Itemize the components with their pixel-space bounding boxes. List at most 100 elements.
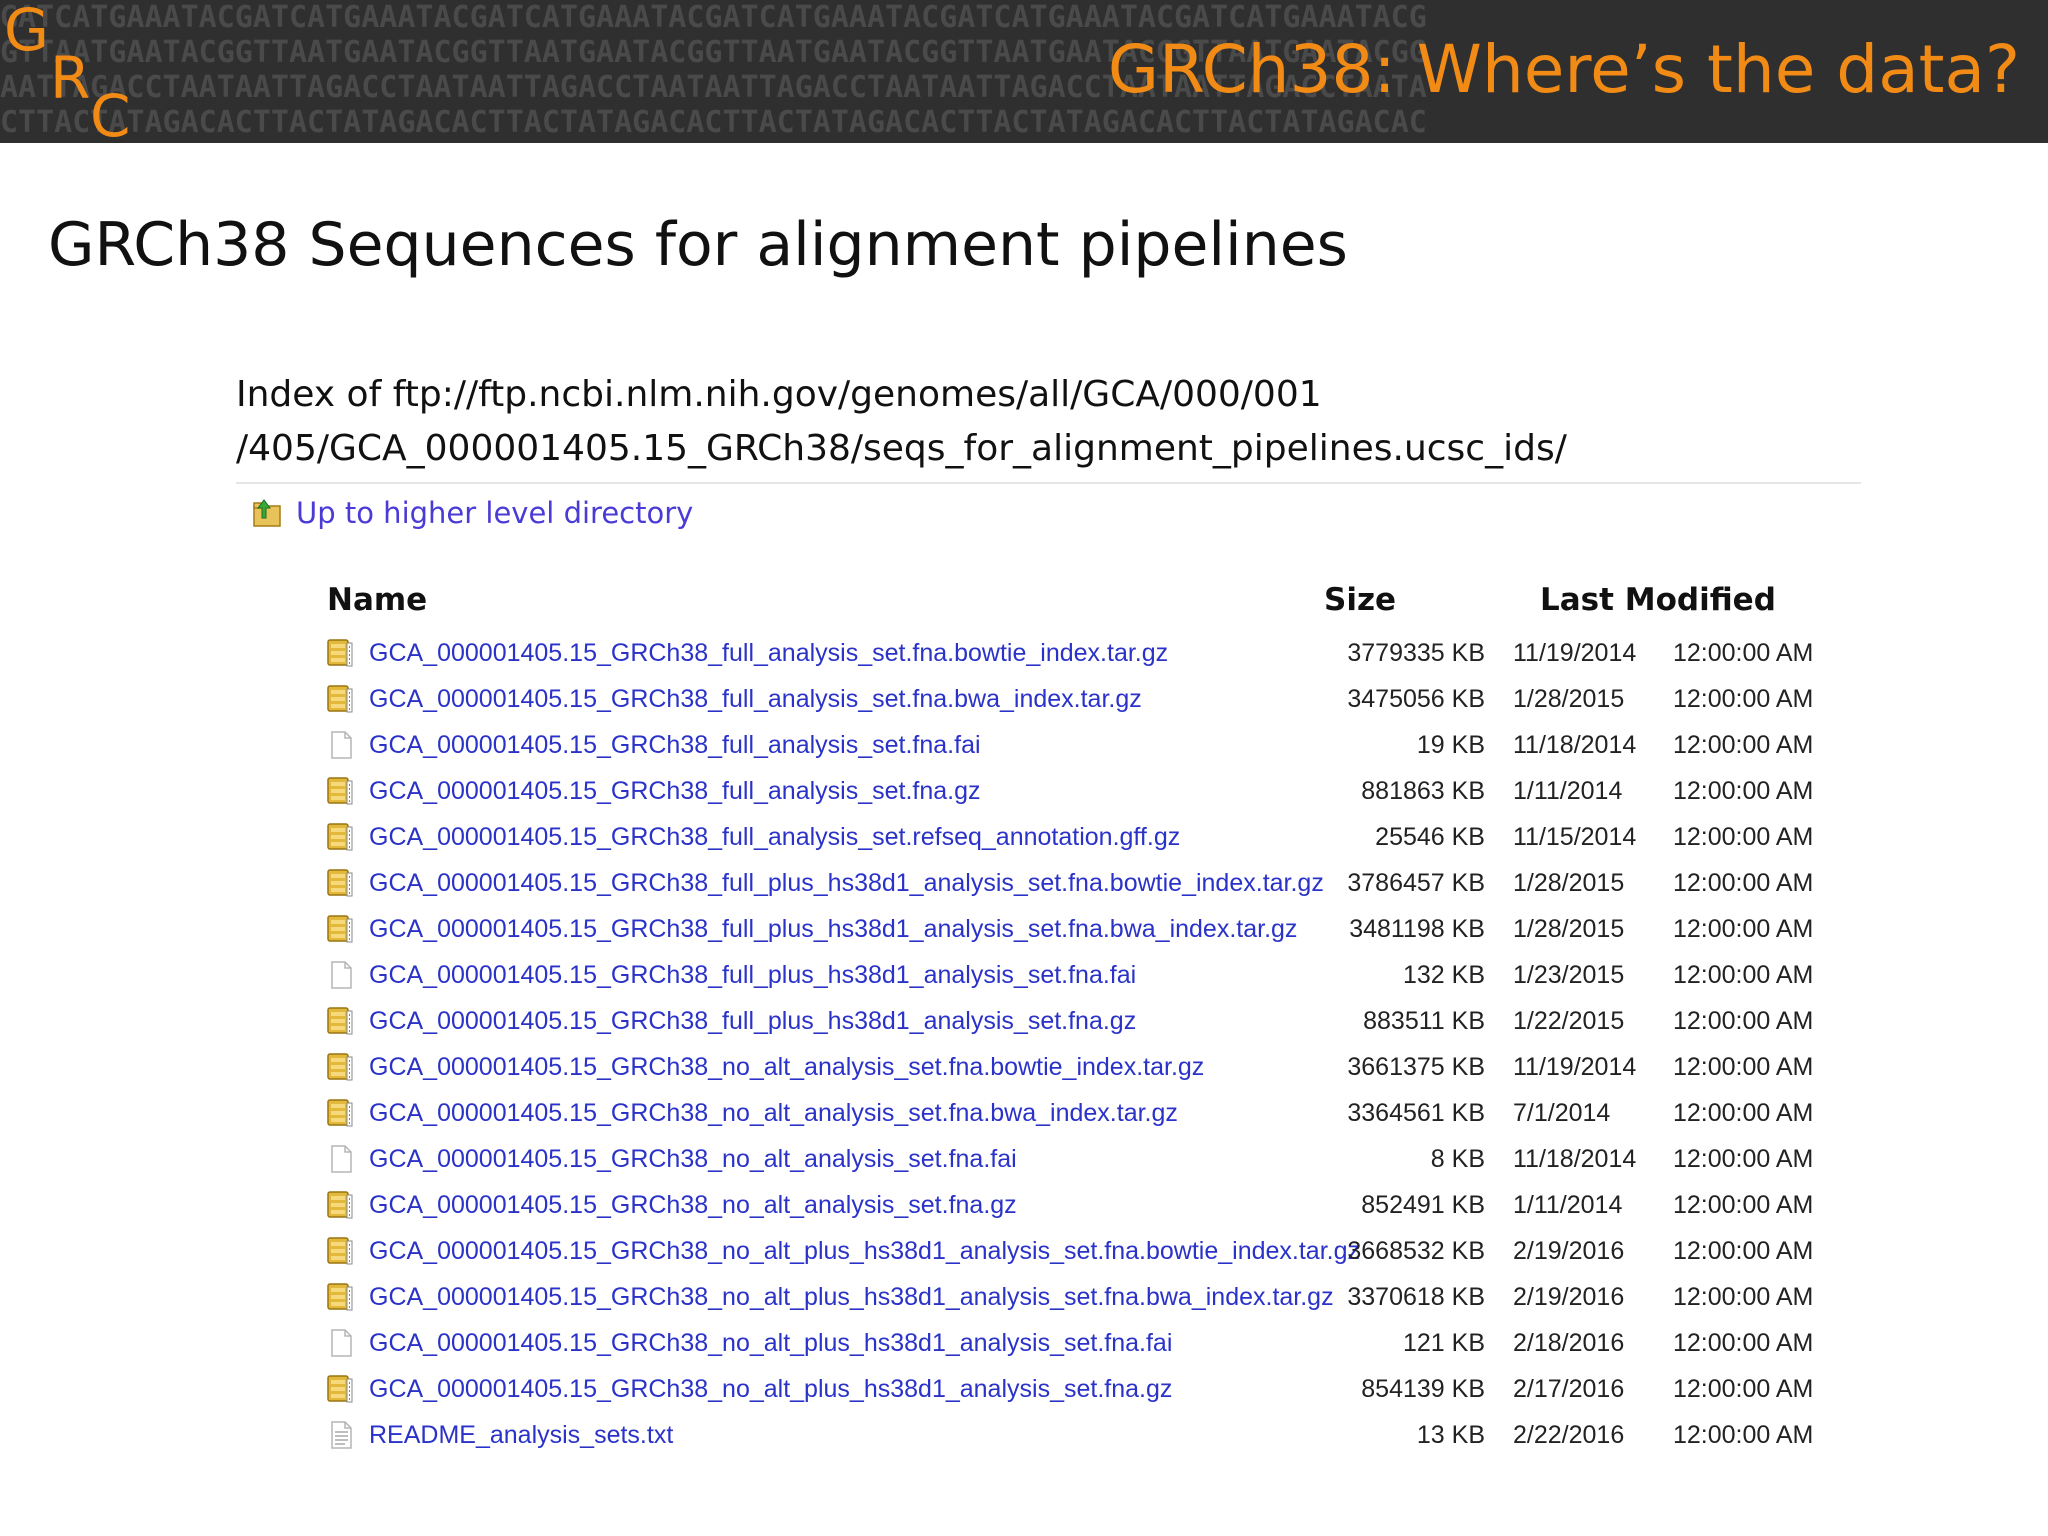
up-directory-link[interactable]: Up to higher level directory bbox=[250, 496, 693, 530]
file-date: 11/15/2014 bbox=[1513, 823, 1637, 851]
file-date: 7/1/2014 bbox=[1513, 1099, 1611, 1127]
file-row[interactable]: GCA_000001405.15_GRCh38_full_analysis_se… bbox=[325, 722, 1825, 768]
header-banner: GATCATGAAATACGATCATGAAATACGATCATGAAATACG… bbox=[0, 0, 2048, 143]
file-name-link[interactable]: GCA_000001405.15_GRCh38_full_plus_hs38d1… bbox=[369, 998, 1136, 1044]
file-time: 12:00:00 AM bbox=[1673, 1191, 1814, 1219]
file-size: 3786457 KB bbox=[1347, 869, 1485, 897]
file-name-link[interactable]: GCA_000001405.15_GRCh38_full_plus_hs38d1… bbox=[369, 906, 1297, 952]
file-row[interactable]: GCA_000001405.15_GRCh38_full_plus_hs38d1… bbox=[325, 906, 1825, 952]
archive-icon bbox=[325, 1373, 357, 1405]
archive-icon bbox=[325, 1051, 357, 1083]
file-name-link[interactable]: GCA_000001405.15_GRCh38_full_analysis_se… bbox=[369, 630, 1168, 676]
file-time: 12:00:00 AM bbox=[1673, 1283, 1814, 1311]
file-time: 12:00:00 AM bbox=[1673, 869, 1814, 897]
file-time: 12:00:00 AM bbox=[1673, 639, 1814, 667]
file-time: 12:00:00 AM bbox=[1673, 777, 1814, 805]
file-date: 11/19/2014 bbox=[1513, 639, 1637, 667]
archive-icon bbox=[325, 913, 357, 945]
file-name-link[interactable]: GCA_000001405.15_GRCh38_no_alt_plus_hs38… bbox=[369, 1228, 1360, 1274]
file-size: 3661375 KB bbox=[1347, 1053, 1485, 1081]
logo-letter-r: R bbox=[50, 44, 91, 112]
file-size: 852491 KB bbox=[1361, 1191, 1485, 1219]
column-header-size[interactable]: Size bbox=[1324, 582, 1396, 618]
file-time: 12:00:00 AM bbox=[1673, 1053, 1814, 1081]
column-header-last-modified[interactable]: Last Modified bbox=[1540, 582, 1776, 618]
file-row[interactable]: GCA_000001405.15_GRCh38_no_alt_analysis_… bbox=[325, 1090, 1825, 1136]
file-row[interactable]: GCA_000001405.15_GRCh38_full_plus_hs38d1… bbox=[325, 998, 1825, 1044]
file-name-link[interactable]: GCA_000001405.15_GRCh38_full_analysis_se… bbox=[369, 814, 1180, 860]
file-row[interactable]: GCA_000001405.15_GRCh38_no_alt_analysis_… bbox=[325, 1136, 1825, 1182]
file-row[interactable]: GCA_000001405.15_GRCh38_full_analysis_se… bbox=[325, 768, 1825, 814]
file-size: 3370618 KB bbox=[1347, 1283, 1485, 1311]
archive-icon bbox=[325, 683, 357, 715]
file-size: 3364561 KB bbox=[1347, 1099, 1485, 1127]
column-header-name[interactable]: Name bbox=[327, 582, 427, 618]
file-name-link[interactable]: README_analysis_sets.txt bbox=[369, 1412, 673, 1458]
blank-file-icon bbox=[325, 959, 357, 991]
index-heading: Index of ftp://ftp.ncbi.nlm.nih.gov/geno… bbox=[236, 368, 1861, 484]
file-size: 19 KB bbox=[1416, 731, 1485, 759]
file-size: 883511 KB bbox=[1363, 1007, 1485, 1035]
file-name-link[interactable]: GCA_000001405.15_GRCh38_no_alt_analysis_… bbox=[369, 1136, 1017, 1182]
file-time: 12:00:00 AM bbox=[1673, 731, 1814, 759]
file-time: 12:00:00 AM bbox=[1673, 1375, 1814, 1403]
file-row[interactable]: GCA_000001405.15_GRCh38_no_alt_plus_hs38… bbox=[325, 1320, 1825, 1366]
file-row[interactable]: GCA_000001405.15_GRCh38_no_alt_plus_hs38… bbox=[325, 1228, 1825, 1274]
archive-icon bbox=[325, 821, 357, 853]
file-size: 3481198 KB bbox=[1349, 915, 1485, 943]
file-size: 121 KB bbox=[1402, 1329, 1485, 1357]
file-time: 12:00:00 AM bbox=[1673, 823, 1814, 851]
file-row[interactable]: GCA_000001405.15_GRCh38_full_plus_hs38d1… bbox=[325, 860, 1825, 906]
file-date: 1/11/2014 bbox=[1513, 777, 1623, 805]
file-row[interactable]: GCA_000001405.15_GRCh38_full_analysis_se… bbox=[325, 676, 1825, 722]
file-row[interactable]: GCA_000001405.15_GRCh38_no_alt_plus_hs38… bbox=[325, 1274, 1825, 1320]
file-date: 1/28/2015 bbox=[1513, 915, 1625, 943]
file-row[interactable]: GCA_000001405.15_GRCh38_no_alt_plus_hs38… bbox=[325, 1366, 1825, 1412]
index-heading-line2: /405/GCA_000001405.15_GRCh38/seqs_for_al… bbox=[236, 428, 1567, 469]
file-date: 2/18/2016 bbox=[1513, 1329, 1625, 1357]
file-size: 854139 KB bbox=[1361, 1375, 1485, 1403]
file-list: GCA_000001405.15_GRCh38_full_analysis_se… bbox=[325, 630, 1825, 1458]
archive-icon bbox=[325, 1005, 357, 1037]
file-name-link[interactable]: GCA_000001405.15_GRCh38_full_analysis_se… bbox=[369, 676, 1142, 722]
file-time: 12:00:00 AM bbox=[1673, 1145, 1814, 1173]
file-name-link[interactable]: GCA_000001405.15_GRCh38_full_analysis_se… bbox=[369, 722, 981, 768]
file-time: 12:00:00 AM bbox=[1673, 1237, 1814, 1265]
index-heading-line1: Index of ftp://ftp.ncbi.nlm.nih.gov/geno… bbox=[236, 374, 1322, 415]
file-name-link[interactable]: GCA_000001405.15_GRCh38_no_alt_analysis_… bbox=[369, 1090, 1178, 1136]
file-date: 1/28/2015 bbox=[1513, 685, 1625, 713]
file-date: 2/19/2016 bbox=[1513, 1237, 1625, 1265]
file-row[interactable]: GCA_000001405.15_GRCh38_no_alt_analysis_… bbox=[325, 1182, 1825, 1228]
file-name-link[interactable]: GCA_000001405.15_GRCh38_full_analysis_se… bbox=[369, 768, 981, 814]
file-size: 3475056 KB bbox=[1347, 685, 1485, 713]
file-name-link[interactable]: GCA_000001405.15_GRCh38_no_alt_plus_hs38… bbox=[369, 1320, 1172, 1366]
file-time: 12:00:00 AM bbox=[1673, 1099, 1814, 1127]
file-size: 3668532 KB bbox=[1347, 1237, 1485, 1265]
blank-file-icon bbox=[325, 1143, 357, 1175]
file-time: 12:00:00 AM bbox=[1673, 1007, 1814, 1035]
file-name-link[interactable]: GCA_000001405.15_GRCh38_no_alt_plus_hs38… bbox=[369, 1366, 1172, 1412]
logo-letter-c: C bbox=[90, 82, 131, 143]
file-name-link[interactable]: GCA_000001405.15_GRCh38_no_alt_analysis_… bbox=[369, 1182, 1017, 1228]
file-name-link[interactable]: GCA_000001405.15_GRCh38_full_plus_hs38d1… bbox=[369, 860, 1324, 906]
file-row[interactable]: GCA_000001405.15_GRCh38_full_analysis_se… bbox=[325, 814, 1825, 860]
archive-icon bbox=[325, 1189, 357, 1221]
file-row[interactable]: GCA_000001405.15_GRCh38_full_analysis_se… bbox=[325, 630, 1825, 676]
file-row[interactable]: README_analysis_sets.txt 13 KB 2/22/2016 12… bbox=[325, 1412, 1825, 1458]
dna-line: CTTACTATAGACACTTACTATAGACACTTACTATAGACAC… bbox=[0, 105, 1427, 140]
archive-icon bbox=[325, 1281, 357, 1313]
file-name-link[interactable]: GCA_000001405.15_GRCh38_full_plus_hs38d1… bbox=[369, 952, 1136, 998]
file-name-link[interactable]: GCA_000001405.15_GRCh38_no_alt_analysis_… bbox=[369, 1044, 1204, 1090]
file-name-link[interactable]: GCA_000001405.15_GRCh38_no_alt_plus_hs38… bbox=[369, 1274, 1334, 1320]
archive-icon bbox=[325, 775, 357, 807]
file-date: 2/19/2016 bbox=[1513, 1283, 1625, 1311]
file-time: 12:00:00 AM bbox=[1673, 915, 1814, 943]
archive-icon bbox=[325, 637, 357, 669]
file-row[interactable]: GCA_000001405.15_GRCh38_no_alt_analysis_… bbox=[325, 1044, 1825, 1090]
file-row[interactable]: GCA_000001405.15_GRCh38_full_plus_hs38d1… bbox=[325, 952, 1825, 998]
file-date: 11/19/2014 bbox=[1513, 1053, 1637, 1081]
file-date: 2/22/2016 bbox=[1513, 1421, 1625, 1449]
file-size: 13 KB bbox=[1416, 1421, 1485, 1449]
file-time: 12:00:00 AM bbox=[1673, 961, 1814, 989]
up-directory-label: Up to higher level directory bbox=[296, 496, 694, 530]
